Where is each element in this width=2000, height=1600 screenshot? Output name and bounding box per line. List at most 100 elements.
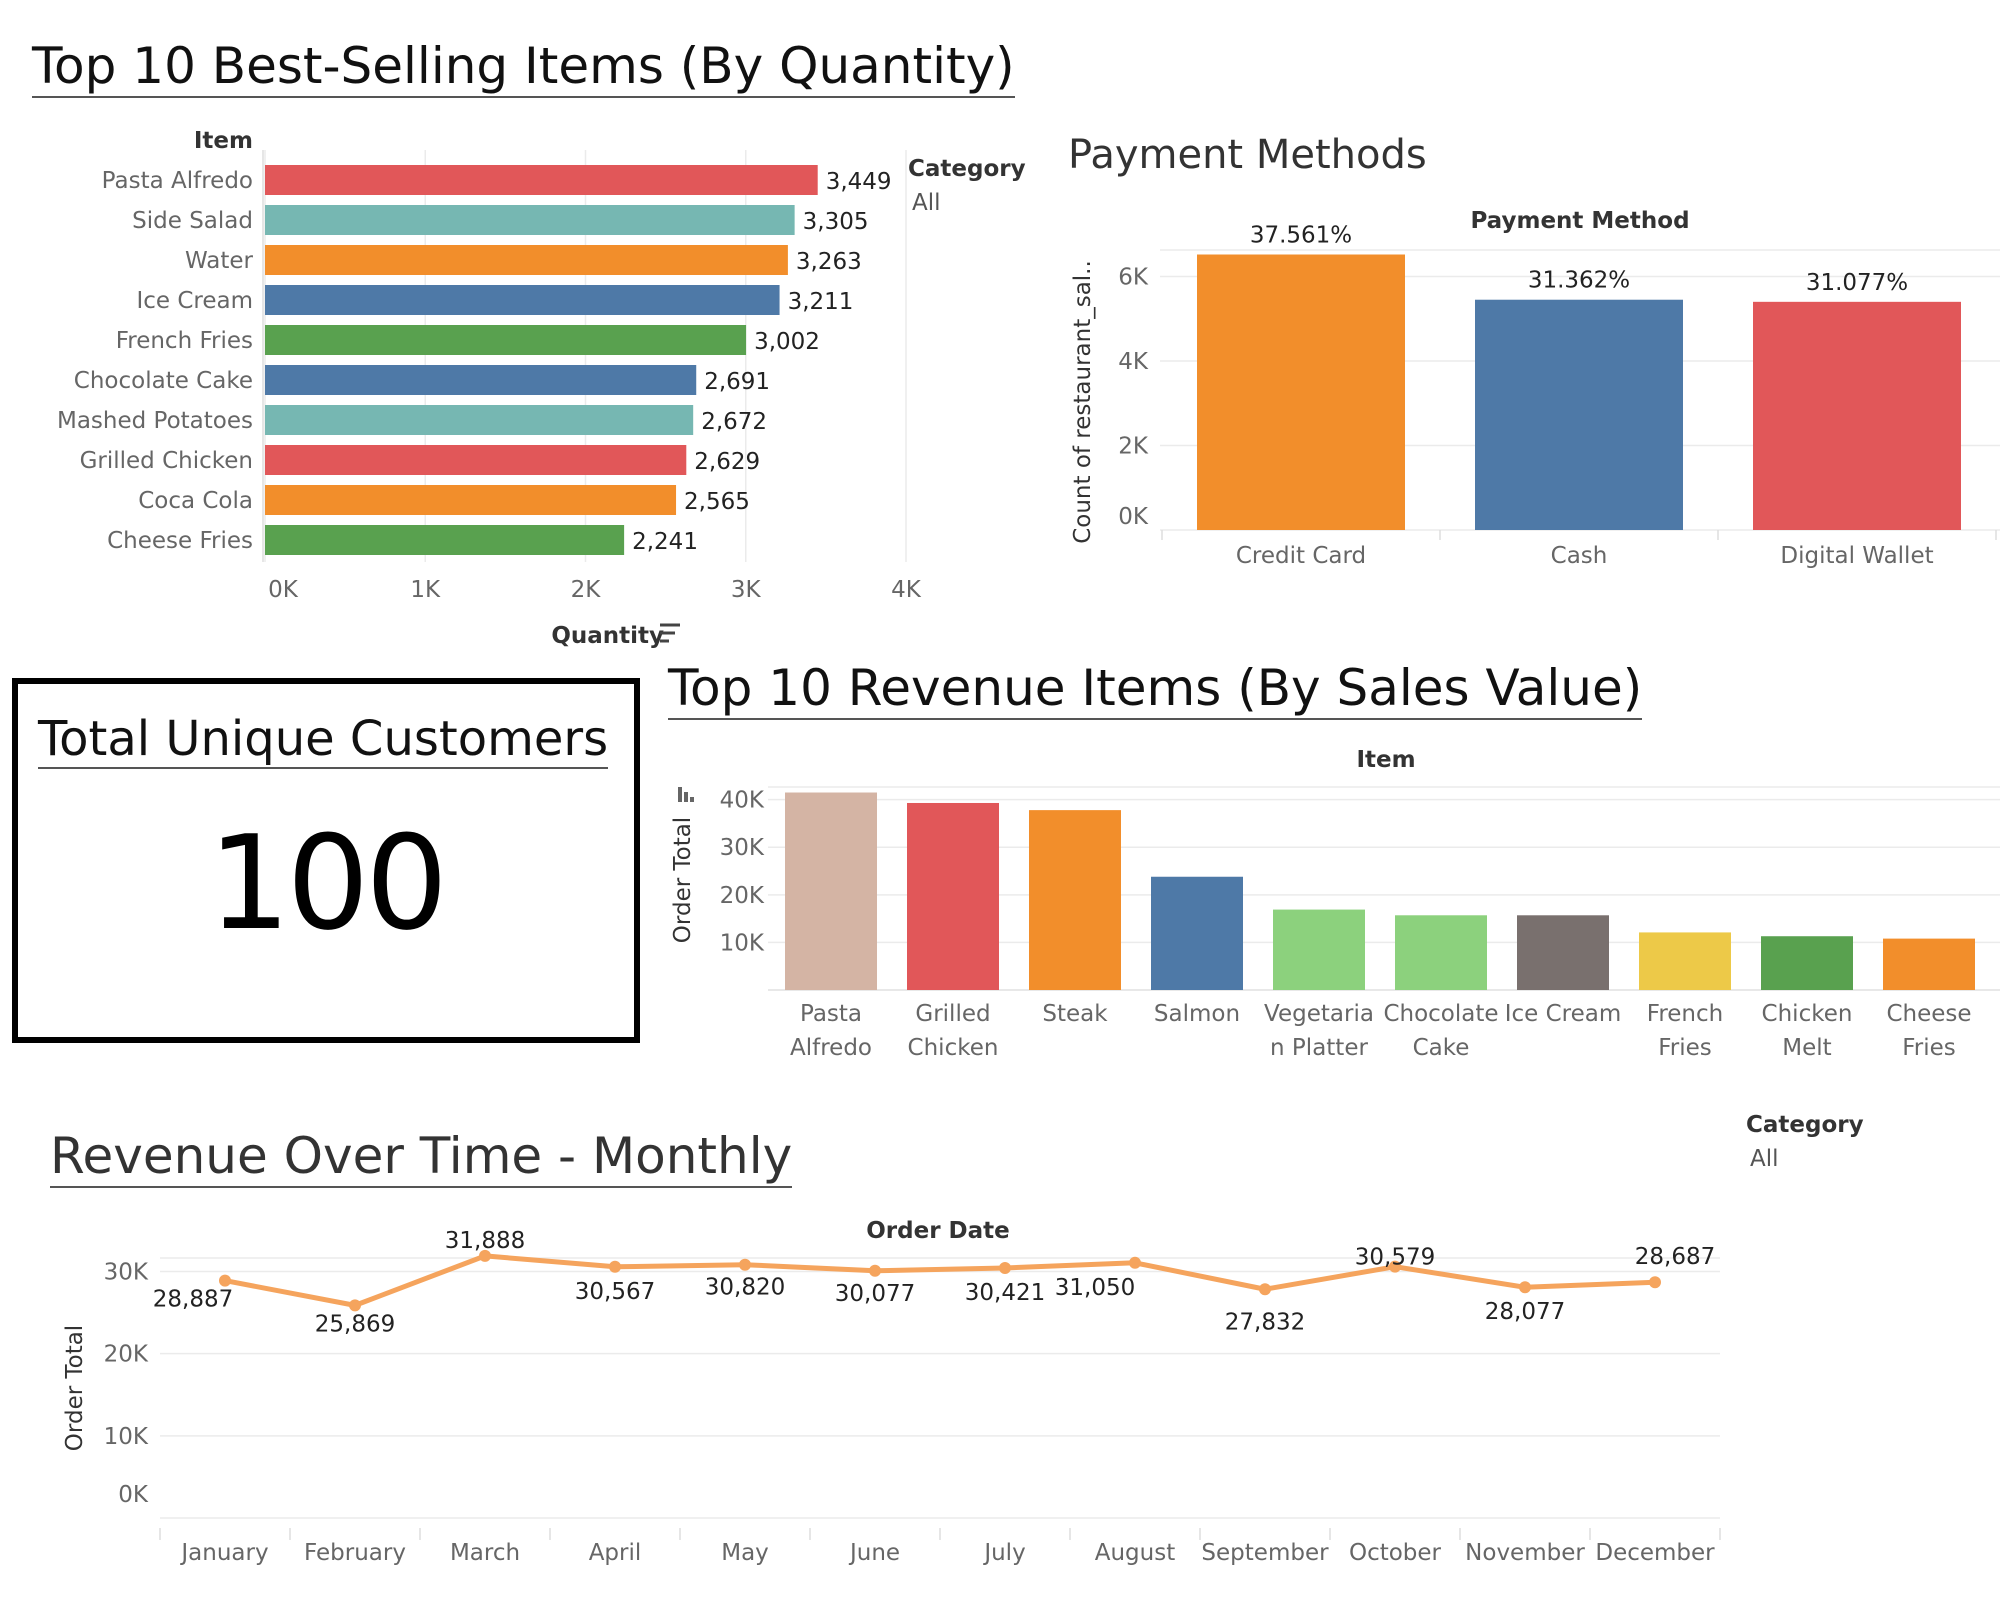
revenue-category-label: Chicken — [1762, 1001, 1853, 1027]
payment-header: Payment Method — [1470, 208, 1689, 234]
monthly-value-label: 30,567 — [575, 1279, 655, 1305]
payment-value-label: 31.077% — [1806, 270, 1908, 296]
qty-category-label: Side Salad — [132, 208, 253, 234]
revenue-category-label: Vegetaria — [1264, 1001, 1374, 1027]
qty-category-label: Mashed Potatoes — [57, 408, 253, 434]
monthly-value-label: 28,077 — [1485, 1299, 1565, 1325]
qty-category-label: Water — [185, 248, 254, 274]
revenue-bar — [907, 802, 999, 990]
monthly-value-label: 30,820 — [705, 1275, 785, 1301]
kpi-card: Total Unique Customers 100 — [12, 678, 640, 1043]
revenue-items-header: Item — [1356, 747, 1415, 773]
qty-bar — [265, 325, 747, 355]
qty-value-label: 2,565 — [684, 489, 750, 515]
qty-value-label: 3,263 — [796, 249, 862, 275]
qty-value-label: 3,211 — [788, 289, 854, 315]
monthly-data-point — [869, 1264, 881, 1277]
payment-yaxis-label: Count of restaurant_sal.. — [1070, 260, 1096, 544]
monthly-header: Order Date — [866, 1218, 1010, 1244]
qty-bar — [265, 405, 694, 435]
monthly-xtick-label: March — [450, 1540, 520, 1566]
payment-ytick-label: 4K — [1118, 349, 1149, 375]
qty-value-label: 3,002 — [754, 329, 820, 355]
qty-category-filter-label: Category — [908, 156, 1026, 182]
revenue-category-label: Fries — [1902, 1035, 1956, 1061]
qty-bar — [265, 165, 818, 195]
payment-ytick-label: 2K — [1118, 433, 1149, 459]
monthly-value-label: 28,887 — [153, 1287, 233, 1313]
qty-value-label: 3,305 — [803, 209, 869, 235]
qty-category-label: Ice Cream — [136, 288, 253, 314]
qty-value-label: 2,241 — [632, 529, 698, 555]
monthly-category-filter-value[interactable]: All — [1750, 1146, 1779, 1172]
monthly-xtick-label: July — [982, 1540, 1025, 1566]
revenue-ytick-label: 40K — [720, 788, 765, 814]
kpi-value: 100 — [207, 807, 448, 959]
revenue-bar — [1639, 932, 1731, 990]
revenue-category-label: French — [1647, 1001, 1723, 1027]
qty-category-label: Cheese Fries — [107, 528, 253, 554]
revenue-category-label: Steak — [1042, 1001, 1108, 1027]
monthly-yaxis-label: Order Total — [62, 1325, 88, 1451]
revenue-bar — [1273, 909, 1365, 990]
monthly-chart-title: Revenue Over Time - Monthly — [50, 1127, 793, 1188]
revenue-category-label: Ice Cream — [1505, 1001, 1622, 1027]
qty-xaxis-label[interactable]: Quantity — [551, 623, 664, 649]
kpi-title: Total Unique Customers — [38, 711, 609, 770]
qty-chart-title: Top 10 Best-Selling Items (By Quantity) — [32, 37, 1015, 98]
payment-category-label: Cash — [1551, 543, 1608, 569]
monthly-value-label: 30,421 — [965, 1280, 1045, 1306]
monthly-data-point — [1649, 1276, 1661, 1289]
payment-bar — [1475, 299, 1683, 530]
revenue-bar — [1151, 876, 1243, 990]
monthly-value-label: 28,687 — [1635, 1244, 1715, 1270]
revenue-bar — [1883, 938, 1975, 990]
monthly-revenue-line — [224, 1253, 1656, 1308]
monthly-xtick-label: May — [721, 1540, 769, 1566]
monthly-value-label: 30,077 — [835, 1281, 915, 1307]
monthly-ytick-label: 30K — [104, 1259, 149, 1285]
monthly-data-point — [1129, 1256, 1141, 1269]
monthly-xtick-label: February — [304, 1540, 406, 1566]
revenue-category-label: Chocolate — [1383, 1001, 1498, 1027]
revenue-bar — [1517, 915, 1609, 990]
monthly-ytick-label: 10K — [104, 1424, 149, 1450]
monthly-data-point — [999, 1261, 1011, 1274]
qty-xtick-label: 4K — [891, 577, 922, 603]
revenue-bar — [785, 792, 877, 990]
qty-bar — [265, 525, 625, 555]
qty-bar — [265, 285, 780, 315]
monthly-value-label: 27,832 — [1225, 1309, 1305, 1335]
monthly-xtick-label: August — [1095, 1540, 1176, 1566]
revenue-category-label: Pasta — [800, 1001, 862, 1027]
monthly-data-point — [219, 1274, 231, 1287]
sort-bars-icon[interactable] — [678, 787, 694, 802]
qty-xtick-label: 0K — [268, 577, 299, 603]
payment-value-label: 31.362% — [1528, 268, 1630, 294]
monthly-data-point — [609, 1260, 621, 1273]
revenue-category-label: Chicken — [908, 1035, 999, 1061]
monthly-value-label: 31,050 — [1055, 1275, 1135, 1301]
qty-bar — [265, 245, 788, 275]
monthly-line-chart: Order Date Order Total 0K 10K 20K 30K28,887… — [62, 1218, 1721, 1566]
monthly-value-label: 25,869 — [315, 1311, 395, 1337]
revenue-category-label: n Platter — [1270, 1035, 1368, 1061]
monthly-data-point — [739, 1258, 751, 1271]
revenue-category-label: Cheese — [1886, 1001, 1971, 1027]
qty-bar — [265, 445, 687, 475]
qty-xtick-label: 1K — [410, 577, 441, 603]
revenue-items-bar-chart: Item Order Total 10K 20K 30K 40K Pasta Alfred… — [670, 747, 2000, 1061]
monthly-xtick-label: December — [1595, 1540, 1715, 1566]
revenue-category-label: Cake — [1413, 1035, 1470, 1061]
revenue-category-label: Fries — [1658, 1035, 1712, 1061]
qty-category-filter-value[interactable]: All — [912, 190, 941, 216]
qty-category-label: Pasta Alfredo — [102, 168, 253, 194]
revenue-bar — [1029, 810, 1121, 990]
qty-bar — [265, 205, 795, 235]
monthly-xtick-label: November — [1465, 1540, 1585, 1566]
qty-value-label: 3,449 — [826, 169, 892, 195]
payment-bar-chart: Payment Method Count of restaurant_sal..… — [1070, 208, 2000, 569]
monthly-xtick-label: April — [589, 1540, 642, 1566]
revenue-ytick-label: 10K — [720, 930, 765, 956]
monthly-category-filter-label: Category — [1746, 1112, 1864, 1138]
